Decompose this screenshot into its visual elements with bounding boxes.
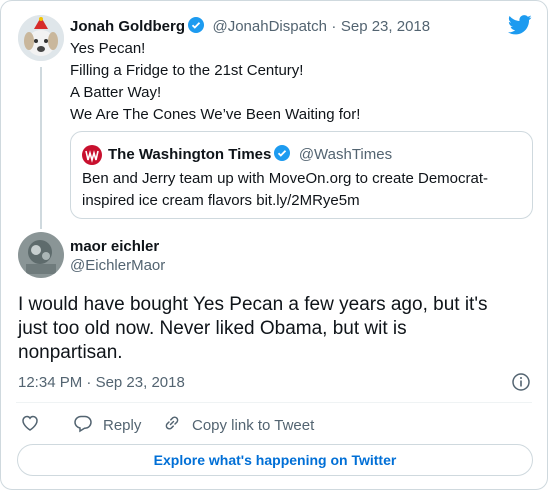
quoted-text-line: Ben and Jerry team up with MoveOn.org to… (82, 170, 489, 187)
verified-badge-icon (274, 145, 291, 161)
quoted-author-name: The Washington Times (108, 146, 272, 163)
reply-line: just too old now. Never liked Obama, but… (18, 318, 407, 339)
reply-time: 12:34 PM (18, 374, 83, 391)
explore-twitter-button[interactable]: Explore what's happening on Twitter (17, 444, 533, 476)
reply-line: I would have bought Yes Pecan a few year… (18, 294, 488, 315)
washington-times-logo-icon (82, 145, 102, 165)
original-tweet-header: Jonah Goldberg @JonahDispatch · Sep 23, … (70, 17, 430, 36)
twitter-logo-icon[interactable] (507, 15, 532, 35)
tweet-line: Yes Pecan! (70, 40, 146, 57)
reply-author-name[interactable]: maor eichler (70, 238, 165, 255)
quoted-text-line: inspired ice cream flavors bit.ly/2MRye5… (82, 192, 360, 209)
divider (16, 402, 532, 403)
copy-link-label: Copy link to Tweet (192, 416, 315, 434)
tweet-line: Filling a Fridge to the 21st Century! (70, 62, 304, 79)
original-tweet-text: Yes Pecan! Filling a Fridge to the 21st … (70, 38, 360, 126)
copy-link-button[interactable]: Copy link to Tweet (162, 413, 314, 437)
tweet-line: We Are The Cones We’ve Been Waiting for! (70, 106, 361, 123)
avatar[interactable] (18, 15, 64, 61)
verified-badge-icon (188, 17, 205, 33)
tweet-line: A Batter Way! (70, 84, 162, 101)
explore-label: Explore what's happening on Twitter (153, 452, 397, 468)
separator-dot: · (331, 18, 337, 35)
reply-timestamp[interactable]: 12:34 PM · Sep 23, 2018 (18, 374, 185, 391)
quoted-author-handle: @WashTimes (298, 146, 393, 163)
reply-line: nonpartisan. (18, 342, 123, 363)
like-button[interactable] (20, 413, 40, 437)
reply-button[interactable]: Reply (73, 413, 141, 437)
author-handle[interactable]: @JonahDispatch (212, 18, 326, 35)
reply-author-block: maor eichler @EichlerMaor (70, 238, 165, 274)
tweet-date[interactable]: Sep 23, 2018 (341, 18, 430, 35)
quoted-tweet-text: Ben and Jerry team up with MoveOn.org to… (82, 168, 522, 212)
info-icon[interactable] (512, 373, 530, 391)
reply-date: Sep 23, 2018 (95, 374, 185, 391)
link-icon (162, 413, 182, 437)
quoted-tweet[interactable]: The Washington Times @WashTimes Ben and … (70, 131, 533, 219)
thread-connector-line (40, 67, 42, 229)
separator-dot: · (86, 374, 92, 391)
reply-author-handle[interactable]: @EichlerMaor (70, 257, 165, 274)
quoted-tweet-header: The Washington Times @WashTimes (108, 145, 392, 164)
avatar[interactable] (18, 232, 64, 278)
embedded-tweet-card: Jonah Goldberg @JonahDispatch · Sep 23, … (0, 0, 548, 490)
reply-icon (73, 413, 93, 437)
reply-tweet-text: I would have bought Yes Pecan a few year… (18, 293, 538, 365)
reply-label: Reply (103, 416, 142, 434)
author-name[interactable]: Jonah Goldberg (70, 18, 185, 35)
heart-icon (20, 413, 40, 437)
